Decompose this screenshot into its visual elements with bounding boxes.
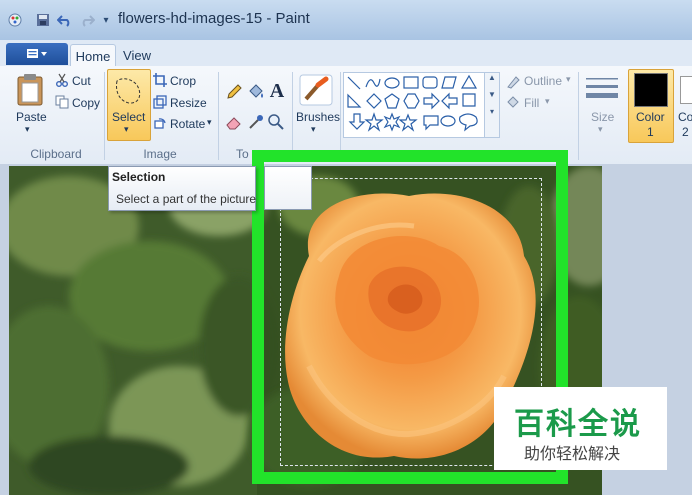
color1-number: 1 (647, 125, 654, 139)
cut-button[interactable]: Cut (72, 74, 91, 88)
undo-icon[interactable] (56, 11, 74, 29)
free-form-selection-icon (110, 72, 146, 108)
fill-button[interactable]: Fill (524, 96, 539, 110)
tab-view[interactable]: View (118, 44, 156, 66)
ribbon-separator (578, 72, 579, 160)
file-menu-button[interactable] (6, 43, 68, 65)
shapes-scrollbar[interactable]: ▲ ▼ ▾ (484, 72, 500, 138)
brushes-label[interactable]: Brushes (296, 110, 340, 124)
color1-label: Color (636, 110, 665, 124)
crop-icon[interactable] (152, 72, 168, 88)
tooltip-title: Selection (112, 170, 166, 184)
shapes-expand-icon[interactable]: ▾ (485, 107, 499, 116)
redo-icon[interactable] (78, 11, 96, 29)
clipboard-group-label: Clipboard (30, 147, 82, 161)
rotate-icon[interactable] (152, 115, 168, 131)
color2-swatch[interactable] (680, 76, 692, 104)
title-bar: ▾ flowers-hd-images-15 - Paint (0, 0, 692, 40)
size-dropdown-icon[interactable]: ▾ (598, 124, 603, 135)
eraser-icon[interactable] (224, 112, 244, 132)
customize-toolbar-icon[interactable]: ▾ (97, 11, 115, 29)
color-picker-icon[interactable] (246, 112, 266, 132)
crop-button[interactable]: Crop (170, 74, 196, 88)
rotate-button[interactable]: Rotate (170, 117, 205, 131)
shapes-scroll-up-icon[interactable]: ▲ (485, 73, 499, 82)
window-title: flowers-hd-images-15 - Paint (118, 10, 310, 27)
text-tool-icon[interactable]: A (266, 80, 288, 102)
color2-number: 2 (682, 125, 689, 139)
fill-dropdown-icon[interactable]: ▾ (545, 96, 550, 107)
resize-button[interactable]: Resize (170, 96, 207, 110)
paste-button-label[interactable]: Paste (16, 110, 47, 124)
size-lines-icon[interactable] (584, 74, 620, 106)
color1-swatch (634, 73, 668, 107)
brushes-dropdown-icon[interactable]: ▾ (311, 124, 316, 135)
shapes-gallery[interactable] (343, 72, 485, 138)
ribbon-separator (340, 72, 341, 160)
tab-home[interactable]: Home (70, 44, 116, 67)
brushes-icon[interactable] (297, 72, 335, 108)
ribbon-separator (292, 72, 293, 160)
paste-icon[interactable] (14, 72, 46, 108)
shapes-grid-icon[interactable] (344, 73, 484, 137)
watermark-title: 百科全说 (514, 408, 642, 441)
pencil-icon[interactable] (224, 82, 244, 102)
size-label[interactable]: Size (591, 110, 614, 124)
file-menu-icon (27, 49, 47, 58)
cut-icon[interactable] (54, 72, 70, 88)
shapes-scroll-down-icon[interactable]: ▼ (485, 90, 499, 99)
ribbon-separator (104, 72, 105, 160)
image-group-label: Image (143, 147, 177, 161)
rotate-dropdown-icon[interactable]: ▾ (207, 117, 212, 128)
watermark-subtitle: 助你轻松解决 (524, 446, 621, 463)
paint-app-icon[interactable] (6, 11, 24, 29)
ribbon-separator (218, 72, 219, 160)
fill-bucket-icon[interactable] (246, 82, 266, 102)
outline-dropdown-icon[interactable]: ▾ (566, 74, 571, 85)
selection-tooltip: Selection Select a part of the picture (108, 166, 256, 211)
save-icon[interactable] (34, 11, 52, 29)
outline-icon[interactable] (505, 74, 521, 90)
copy-icon[interactable] (54, 94, 70, 110)
magnifier-icon[interactable] (266, 112, 286, 132)
select-dropdown-icon[interactable]: ▾ (124, 124, 129, 135)
tooltip-text: Select a part of the picture (116, 192, 257, 206)
select-button-label: Select (112, 110, 146, 124)
watermark-logo: 百科全说 助你轻松解决 (494, 387, 667, 470)
copy-button[interactable]: Copy (72, 96, 100, 110)
color2-label[interactable]: Co (678, 110, 692, 124)
resize-icon[interactable] (152, 94, 168, 110)
fill-icon[interactable] (505, 94, 521, 110)
outline-button[interactable]: Outline (524, 74, 562, 88)
paste-dropdown-icon[interactable]: ▾ (25, 124, 30, 135)
